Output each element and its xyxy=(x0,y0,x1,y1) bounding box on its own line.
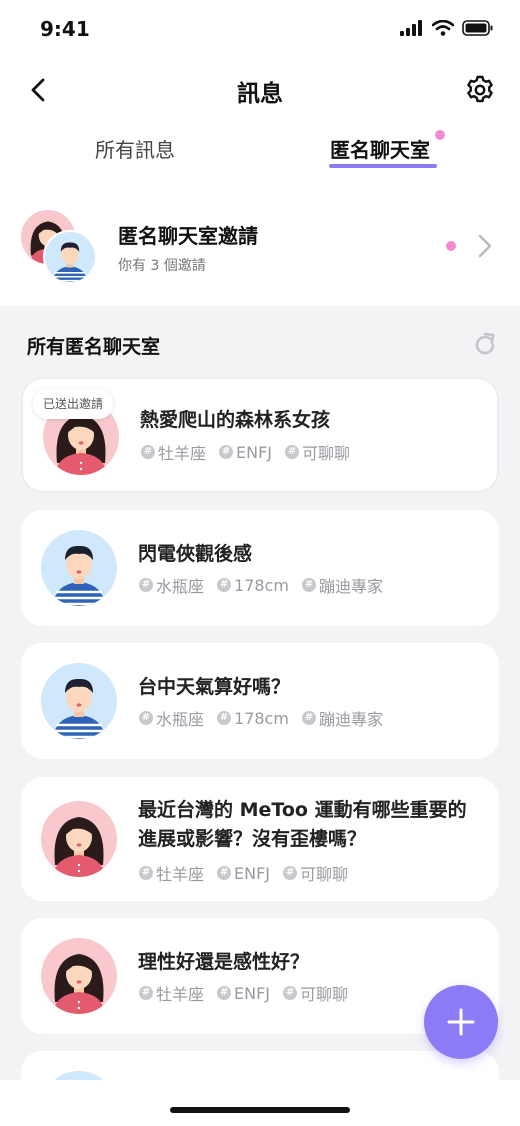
gear-icon xyxy=(467,75,493,103)
tag: #178cm xyxy=(217,706,289,730)
tag: # 蹦迪專家 xyxy=(301,706,383,730)
chat-room-card[interactable]: 台中天氣算好嗎？ # 水瓶座 #178cm # 蹦迪專家 xyxy=(21,643,499,759)
create-room-button[interactable] xyxy=(424,985,498,1059)
page-title: 訊息 xyxy=(237,81,283,107)
tab-all-messages[interactable]: 所有訊息 xyxy=(95,134,175,163)
room-title: 熱愛爬山的森林系女孩 xyxy=(140,409,331,431)
hashtag-icon: # xyxy=(141,445,155,459)
section-title: 所有匿名聊天室 xyxy=(27,336,161,358)
room-tags: # 牡羊座 # ENFJ # 可聊聊 xyxy=(141,440,350,464)
hashtag-icon: # xyxy=(283,986,298,1000)
tab-notification-dot xyxy=(435,130,445,140)
tag: #178cm xyxy=(217,573,289,597)
chat-room-card[interactable]: 閃電俠觀後感 # 水瓶座 #178cm # 蹦迪專家 xyxy=(21,510,499,626)
home-indicator-area xyxy=(0,1080,520,1126)
avatar-female xyxy=(41,938,117,1014)
avatar-female xyxy=(41,801,117,877)
avatar-male xyxy=(43,230,97,284)
status-icons xyxy=(400,20,494,36)
hashtag-icon: # xyxy=(217,986,232,1000)
home-indicator[interactable] xyxy=(170,1107,350,1113)
hashtag-icon: # xyxy=(285,445,300,459)
hashtag-icon: # xyxy=(217,866,232,880)
status-time: 9:41 xyxy=(40,17,90,41)
tag: # 牡羊座 xyxy=(139,981,204,1005)
avatar-male xyxy=(41,663,117,739)
chat-room-list: 所有匿名聊天室 已送出邀請 熱愛爬山的森林系女孩 # 牡羊座 # ENFJ # 可聊聊 xyxy=(0,306,520,1080)
tag: # 蹦迪專家 xyxy=(301,573,383,597)
tag: # ENFJ xyxy=(217,981,270,1005)
room-title: 閃電俠觀後感 xyxy=(138,543,253,565)
hashtag-icon: # xyxy=(301,711,316,725)
room-tags: # 牡羊座 # ENFJ # 可聊聊 xyxy=(139,981,348,1005)
tag: # 可聊聊 xyxy=(285,440,350,464)
back-button[interactable] xyxy=(22,74,54,106)
avatar-male xyxy=(41,530,117,606)
hashtag-icon: # xyxy=(139,986,153,1000)
avatar-male xyxy=(41,1071,117,1080)
hashtag-icon: # xyxy=(139,711,153,725)
invite-banner[interactable]: 匿名聊天室邀請 你有 3 個邀請 xyxy=(0,196,520,306)
hashtag-icon: # xyxy=(139,866,153,880)
chat-room-card[interactable]: 已送出邀請 熱愛爬山的森林系女孩 # 牡羊座 # ENFJ # 可聊聊 xyxy=(21,377,499,493)
settings-button[interactable] xyxy=(464,74,496,106)
invite-title: 匿名聊天室邀請 xyxy=(118,224,258,248)
invite-notification-dot xyxy=(446,241,456,251)
tag: # 水瓶座 xyxy=(139,706,204,730)
tag: # ENFJ xyxy=(217,861,270,885)
nav-bar: 訊息 xyxy=(0,60,520,120)
tag: # 牡羊座 xyxy=(141,440,206,464)
room-tags: # 水瓶座 #178cm # 蹦迪專家 xyxy=(139,706,383,730)
tab-bar: 所有訊息 匿名聊天室 xyxy=(0,122,520,182)
invite-subtitle: 你有 3 個邀請 xyxy=(118,258,206,274)
hashtag-icon: # xyxy=(139,578,153,592)
chat-room-card[interactable]: 最近台灣的 MeToo 運動有哪些重要的進展或影響？沒有歪樓嗎？ # 牡羊座 # E… xyxy=(21,777,499,901)
room-tags: # 牡羊座 # ENFJ # 可聊聊 xyxy=(139,861,348,885)
hashtag-icon: # xyxy=(217,578,232,592)
tab-anonymous-chat[interactable]: 匿名聊天室 xyxy=(330,134,430,163)
signal-icon xyxy=(400,20,422,36)
status-bar: 9:41 xyxy=(0,0,520,60)
tag: # 水瓶座 xyxy=(139,573,204,597)
active-tab-indicator xyxy=(329,164,437,168)
room-title: 台中天氣算好嗎？ xyxy=(138,676,291,698)
refresh-button[interactable] xyxy=(472,332,498,358)
hashtag-icon: # xyxy=(283,866,298,880)
back-icon xyxy=(31,78,45,102)
hashtag-icon: # xyxy=(301,578,316,592)
refresh-icon xyxy=(475,332,495,355)
room-tags: # 水瓶座 #178cm # 蹦迪專家 xyxy=(139,573,383,597)
plus-icon xyxy=(447,1008,475,1036)
chat-room-card[interactable] xyxy=(21,1051,499,1080)
room-title: 最近台灣的 MeToo 運動有哪些重要的進展或影響？沒有歪樓嗎？ xyxy=(138,799,467,850)
tag: # ENFJ xyxy=(219,440,272,464)
tag: # 牡羊座 xyxy=(139,861,204,885)
hashtag-icon: # xyxy=(219,445,234,459)
hashtag-icon: # xyxy=(217,711,232,725)
invite-sent-badge: 已送出邀請 xyxy=(33,389,114,419)
tag: # 可聊聊 xyxy=(283,981,348,1005)
room-title: 理性好還是感性好？ xyxy=(138,951,310,973)
battery-icon xyxy=(462,20,493,36)
chevron-right-icon xyxy=(478,234,492,258)
tag: # 可聊聊 xyxy=(283,861,348,885)
wifi-icon xyxy=(432,20,454,36)
